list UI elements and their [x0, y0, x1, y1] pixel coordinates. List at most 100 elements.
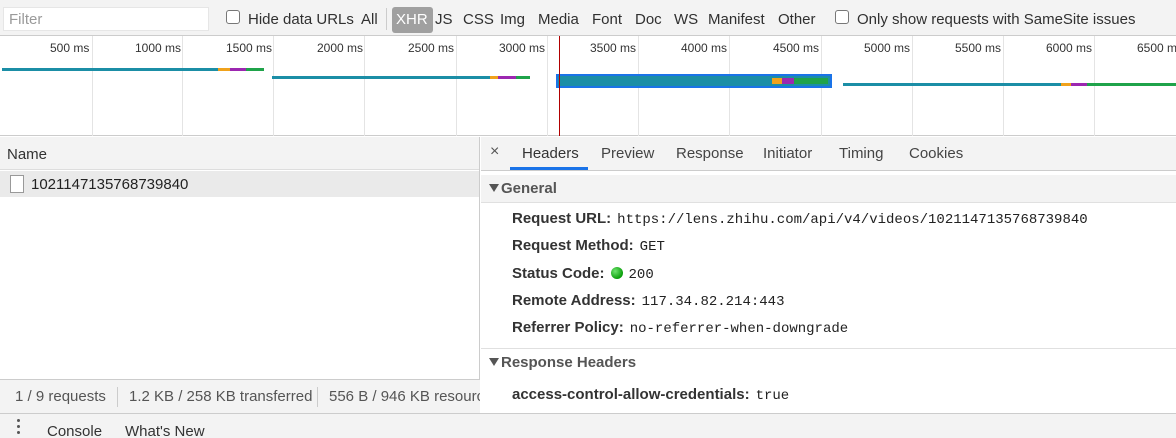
tick-label: 2000 ms: [317, 41, 364, 55]
grid-line: [182, 36, 183, 136]
filter-type-manifest[interactable]: Manifest: [708, 11, 765, 28]
grid-line: [912, 36, 913, 136]
details-tabbar: × Headers Preview Response Initiator Tim…: [481, 137, 1176, 171]
request-name[interactable]: 1021147135768739840: [31, 176, 188, 193]
drawer-tab-whats-new[interactable]: What's New: [125, 423, 205, 438]
name-column-header[interactable]: Name: [7, 146, 47, 163]
grid-line: [92, 36, 93, 136]
header-field-request-url: Request URL: https://lens.zhihu.com/api/v…: [512, 210, 1088, 228]
tab-cookies[interactable]: Cookies: [909, 145, 963, 162]
filter-input[interactable]: [3, 7, 209, 31]
status-summary: 1 / 9 requests 1.2 KB / 258 KB transferr…: [0, 379, 480, 413]
grid-line: [547, 36, 548, 136]
document-icon: [10, 175, 24, 193]
triangle-down-icon[interactable]: [489, 358, 499, 366]
tab-timing[interactable]: Timing: [839, 145, 883, 162]
tick-label: 5500 ms: [955, 41, 1002, 55]
waterfall-bar: [498, 76, 516, 79]
timeline-overview[interactable]: 500 ms 1000 ms 1500 ms 2000 ms 2500 ms 3…: [0, 36, 1176, 136]
waterfall-bar: [272, 76, 490, 79]
filter-divider: [386, 8, 387, 30]
filter-type-doc[interactable]: Doc: [635, 11, 662, 28]
requests-header[interactable]: Name: [0, 137, 479, 170]
filter-type-js[interactable]: JS: [435, 11, 453, 28]
requests-pane: Name 1021147135768739840: [0, 137, 480, 413]
waterfall-bar: [1071, 83, 1087, 86]
selected-request-bar[interactable]: [556, 74, 832, 88]
resources-size: 556 B / 946 KB resourc: [329, 388, 480, 405]
waterfall-bar: [230, 68, 246, 71]
response-headers-title: Response Headers: [501, 354, 637, 371]
waterfall-bar: [490, 76, 498, 79]
filter-type-css[interactable]: CSS: [463, 11, 494, 28]
tick-label: 500 ms: [50, 41, 90, 55]
waterfall-bar: [516, 76, 530, 79]
tick-label: 4000 ms: [681, 41, 728, 55]
table-row[interactable]: 1021147135768739840: [0, 171, 479, 197]
general-section-header[interactable]: General: [481, 175, 1176, 203]
tab-preview[interactable]: Preview: [601, 145, 654, 162]
tick-label: 3000 ms: [499, 41, 546, 55]
filter-toolbar: Hide data URLs All XHR JS CSS Img Media …: [0, 0, 1176, 36]
tick-label: 4500 ms: [773, 41, 820, 55]
samesite-checkbox[interactable]: [835, 10, 849, 24]
active-tab-indicator: [510, 167, 588, 170]
field-key: Request Method:: [512, 237, 634, 254]
field-value: GET: [639, 239, 665, 255]
grid-line: [1003, 36, 1004, 136]
tick-label: 3500 ms: [590, 41, 637, 55]
ssl-segment: [782, 78, 794, 84]
field-key: Request URL:: [512, 210, 612, 227]
load-event-marker: [559, 36, 560, 136]
filter-type-font[interactable]: Font: [592, 11, 622, 28]
more-options-icon[interactable]: [17, 419, 21, 437]
waterfall-bar: [246, 68, 264, 71]
field-key: access-control-allow-credentials:: [512, 386, 750, 403]
header-field-remote-address: Remote Address: 117.34.82.214:443: [512, 292, 784, 310]
tab-initiator[interactable]: Initiator: [763, 145, 812, 162]
field-key: Referrer Policy:: [512, 319, 624, 336]
tick-label: 6000 ms: [1046, 41, 1093, 55]
summary-divider: [317, 387, 318, 407]
tab-headers[interactable]: Headers: [522, 145, 579, 162]
triangle-down-icon[interactable]: [489, 184, 499, 192]
field-value: true: [755, 388, 790, 404]
field-key: Remote Address:: [512, 292, 636, 309]
samesite-label[interactable]: Only show requests with SameSite issues: [857, 11, 1135, 28]
tick-label: 2500 ms: [408, 41, 455, 55]
tab-response[interactable]: Response: [676, 145, 744, 162]
grid-line: [1094, 36, 1095, 136]
response-headers-section-header[interactable]: Response Headers: [481, 348, 1176, 376]
header-field-request-method: Request Method: GET: [512, 237, 665, 255]
grid-line: [273, 36, 274, 136]
filter-type-other[interactable]: Other: [778, 11, 816, 28]
general-section-title: General: [501, 180, 557, 197]
header-field-referrer-policy: Referrer Policy: no-referrer-when-downgra…: [512, 319, 848, 337]
field-value: 200: [628, 267, 654, 283]
drawer-tab-console[interactable]: Console: [47, 423, 102, 438]
filter-type-ws[interactable]: WS: [674, 11, 698, 28]
filter-type-img[interactable]: Img: [500, 11, 525, 28]
filter-type-all[interactable]: All: [361, 11, 378, 28]
download-segment: [794, 78, 828, 84]
waterfall-bar: [1061, 83, 1071, 86]
hide-data-urls-checkbox[interactable]: [226, 10, 240, 24]
tick-label: 5000 ms: [864, 41, 911, 55]
summary-divider: [117, 387, 118, 407]
field-value: no-referrer-when-downgrade: [629, 321, 849, 337]
filter-type-xhr[interactable]: XHR: [392, 7, 433, 33]
filter-type-media[interactable]: Media: [538, 11, 579, 28]
waterfall-bar: [2, 68, 218, 71]
field-value: https://lens.zhihu.com/api/v4/videos/102…: [617, 212, 1088, 228]
header-field-status-code: Status Code: 200: [512, 265, 654, 283]
waterfall-bar: [218, 68, 230, 71]
tick-label: 1500 ms: [226, 41, 273, 55]
tick-label: 6500 m: [1137, 41, 1176, 55]
grid-line: [456, 36, 457, 136]
status-ok-icon: [610, 267, 623, 279]
hide-data-urls-label[interactable]: Hide data URLs: [248, 11, 354, 28]
close-icon[interactable]: ×: [490, 143, 499, 161]
requests-count: 1 / 9 requests: [15, 388, 106, 405]
tick-label: 1000 ms: [135, 41, 182, 55]
grid-line: [364, 36, 365, 136]
